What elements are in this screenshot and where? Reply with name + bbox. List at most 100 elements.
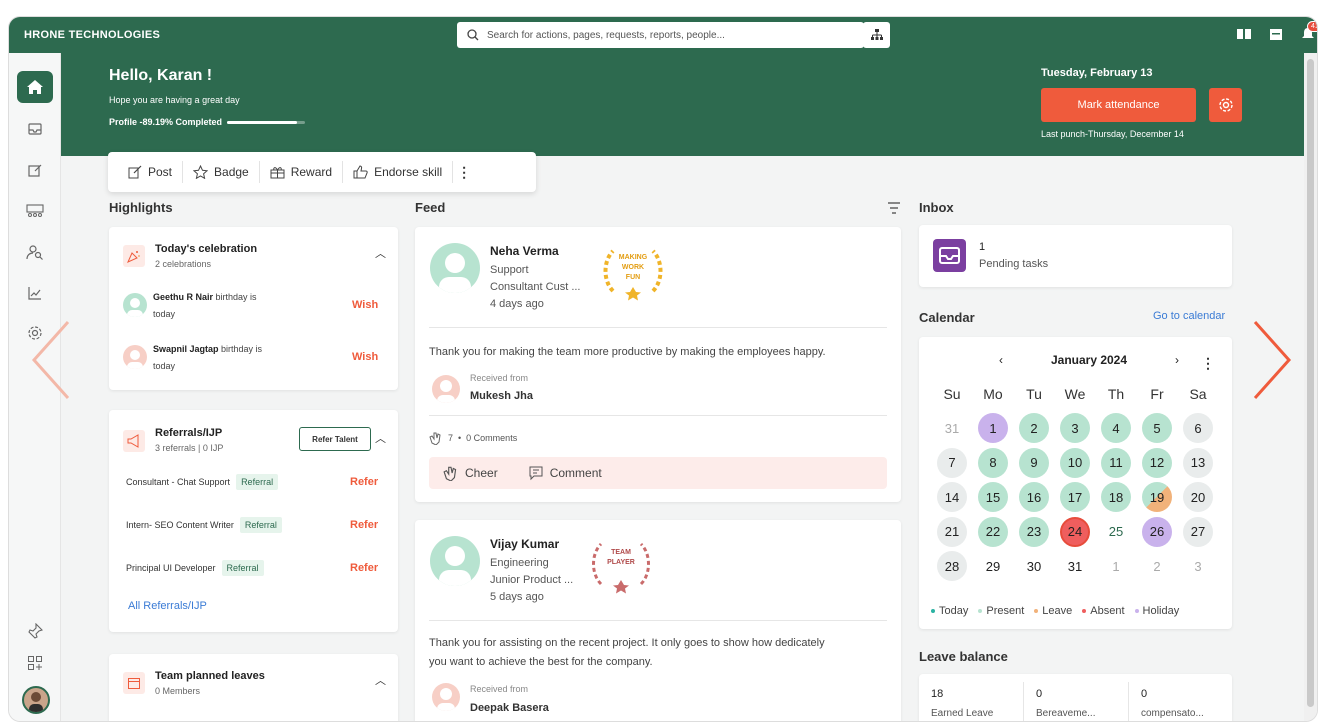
leave-balance-item[interactable]: 18 Earned Leave bbox=[931, 684, 993, 721]
carousel-prev-icon[interactable] bbox=[30, 320, 70, 400]
weekday-label: Tu bbox=[1026, 386, 1042, 402]
attendance-settings-button[interactable] bbox=[1209, 88, 1242, 122]
sidebar-item-analytics[interactable] bbox=[17, 277, 53, 309]
more-options-icon[interactable]: ⋮ bbox=[1201, 355, 1215, 372]
calendar-day[interactable]: 22 bbox=[978, 516, 1008, 547]
mark-attendance-button[interactable]: Mark attendance bbox=[1041, 88, 1196, 122]
received-from-name[interactable]: Mukesh Jha bbox=[470, 390, 533, 402]
sidebar-item-pin[interactable] bbox=[17, 615, 53, 647]
calendar-day[interactable]: 3 bbox=[1060, 413, 1090, 443]
calendar-day[interactable]: 21 bbox=[937, 516, 967, 547]
calendar-day[interactable]: 14 bbox=[937, 482, 967, 512]
calendar-day[interactable]: 8 bbox=[978, 447, 1008, 478]
highlights-title: Highlights bbox=[109, 200, 173, 215]
endorse-skill-button[interactable]: Endorse skill bbox=[343, 161, 454, 183]
scrollbar[interactable] bbox=[1304, 53, 1317, 721]
calendar-day[interactable]: 18 bbox=[1101, 482, 1131, 512]
calendar-day[interactable]: 6 bbox=[1183, 413, 1213, 443]
party-popper-icon bbox=[123, 245, 145, 267]
calendar-day[interactable]: 5 bbox=[1142, 413, 1172, 443]
calendar-day[interactable]: 1 bbox=[978, 413, 1008, 443]
comment-count[interactable]: 0 Comments bbox=[466, 433, 517, 443]
calendar-day[interactable]: 15 bbox=[978, 482, 1008, 512]
calendar-day[interactable]: 10 bbox=[1060, 447, 1090, 478]
all-referrals-link[interactable]: All Referrals/IJP bbox=[128, 600, 207, 612]
sidebar-item-home[interactable] bbox=[17, 71, 53, 103]
collapse-chevron-icon[interactable]: ︿ bbox=[375, 245, 386, 261]
carousel-next-icon[interactable] bbox=[1253, 320, 1293, 400]
calendar-day[interactable]: 2 bbox=[1019, 413, 1049, 443]
calendar-day[interactable]: 17 bbox=[1060, 482, 1090, 512]
leave-balance-item[interactable]: 0 compensato... bbox=[1141, 684, 1204, 721]
calendar-day[interactable]: 23 bbox=[1019, 516, 1049, 547]
calendar-day[interactable]: 19 bbox=[1142, 482, 1172, 512]
calendar-day[interactable]: 20 bbox=[1183, 482, 1213, 512]
dot-separator: • bbox=[458, 433, 462, 443]
user-avatar[interactable] bbox=[22, 686, 50, 714]
calendar-day[interactable]: 16 bbox=[1019, 482, 1049, 512]
sidebar-item-inbox[interactable] bbox=[17, 113, 53, 145]
calendar-day[interactable]: 24 bbox=[1060, 516, 1090, 547]
cheer-button[interactable]: Cheer bbox=[443, 465, 498, 481]
calendar-day[interactable]: 11 bbox=[1101, 447, 1131, 478]
profile-completion[interactable]: Profile -89.19% Completed bbox=[109, 117, 306, 127]
calendar-title: Calendar bbox=[919, 310, 975, 325]
scrollbar-thumb[interactable] bbox=[1307, 59, 1314, 707]
post-button[interactable]: Post bbox=[118, 161, 184, 183]
refer-talent-button[interactable]: Refer Talent bbox=[299, 427, 371, 451]
prev-month-icon[interactable]: ‹ bbox=[999, 353, 1003, 367]
calendar-day[interactable]: 9 bbox=[1019, 447, 1049, 478]
calendar-day[interactable]: 3 bbox=[1183, 551, 1213, 581]
wish-button[interactable]: Wish bbox=[352, 299, 378, 311]
collapse-chevron-icon[interactable]: ︿ bbox=[375, 430, 386, 446]
filter-icon[interactable] bbox=[887, 201, 901, 219]
calendar-day[interactable]: 31 bbox=[1060, 551, 1090, 581]
top-icons: 412 bbox=[1235, 21, 1317, 43]
referral-tag: Referral bbox=[239, 517, 282, 533]
sidebar-item-requests[interactable] bbox=[17, 154, 53, 186]
sidebar-item-people[interactable] bbox=[17, 236, 53, 268]
org-chart-button[interactable] bbox=[863, 22, 890, 48]
reward-button[interactable]: Reward bbox=[260, 161, 344, 183]
calendar-icon[interactable] bbox=[1267, 25, 1285, 43]
calendar-day[interactable]: 30 bbox=[1019, 551, 1049, 581]
post-time: 4 days ago bbox=[490, 298, 544, 310]
legend-label: Absent bbox=[1090, 605, 1125, 617]
next-month-icon[interactable]: › bbox=[1175, 353, 1179, 367]
comment-button[interactable]: Comment bbox=[528, 465, 602, 481]
calendar-day[interactable]: 7 bbox=[937, 447, 967, 478]
inbox-tray-icon bbox=[28, 123, 42, 135]
received-from-name[interactable]: Deepak Basera bbox=[470, 702, 549, 714]
leave-balance-item[interactable]: 0 Bereaveme... bbox=[1036, 684, 1095, 721]
refer-button[interactable]: Refer bbox=[350, 519, 378, 531]
badge-button[interactable]: Badge bbox=[183, 161, 260, 183]
search-input[interactable]: Search for actions, pages, requests, rep… bbox=[457, 22, 864, 48]
feed-title: Feed bbox=[415, 200, 446, 215]
sidebar-item-team[interactable] bbox=[17, 195, 53, 227]
book-icon[interactable] bbox=[1235, 25, 1253, 43]
calendar-day[interactable]: 4 bbox=[1101, 413, 1131, 443]
wish-button[interactable]: Wish bbox=[352, 351, 378, 363]
refer-button[interactable]: Refer bbox=[350, 476, 378, 488]
calendar-day[interactable]: 25 bbox=[1101, 517, 1131, 547]
calendar-day[interactable]: 31 bbox=[937, 413, 967, 443]
post-author[interactable]: Neha Verma bbox=[490, 244, 559, 258]
go-to-calendar-link[interactable]: Go to calendar bbox=[1153, 310, 1225, 322]
home-icon bbox=[27, 80, 43, 94]
more-actions-icon[interactable]: ⋮ bbox=[453, 164, 471, 181]
calendar-day[interactable]: 12 bbox=[1142, 447, 1172, 478]
legend-dot bbox=[978, 609, 983, 613]
calendar-day[interactable]: 26 bbox=[1142, 516, 1172, 547]
post-author[interactable]: Vijay Kumar bbox=[490, 537, 559, 551]
collapse-chevron-icon[interactable]: ︿ bbox=[375, 672, 386, 688]
calendar-day[interactable]: 13 bbox=[1183, 447, 1213, 478]
calendar-day[interactable]: 1 bbox=[1101, 551, 1131, 581]
sidebar-item-apps[interactable] bbox=[17, 647, 53, 679]
calendar-day[interactable]: 29 bbox=[978, 551, 1008, 581]
inbox-card[interactable]: 1 Pending tasks bbox=[919, 225, 1232, 287]
bell-icon[interactable]: 412 bbox=[1299, 21, 1317, 43]
calendar-day[interactable]: 2 bbox=[1142, 551, 1172, 581]
calendar-day[interactable]: 27 bbox=[1183, 516, 1213, 547]
calendar-day[interactable]: 28 bbox=[937, 551, 967, 581]
refer-button[interactable]: Refer bbox=[350, 562, 378, 574]
